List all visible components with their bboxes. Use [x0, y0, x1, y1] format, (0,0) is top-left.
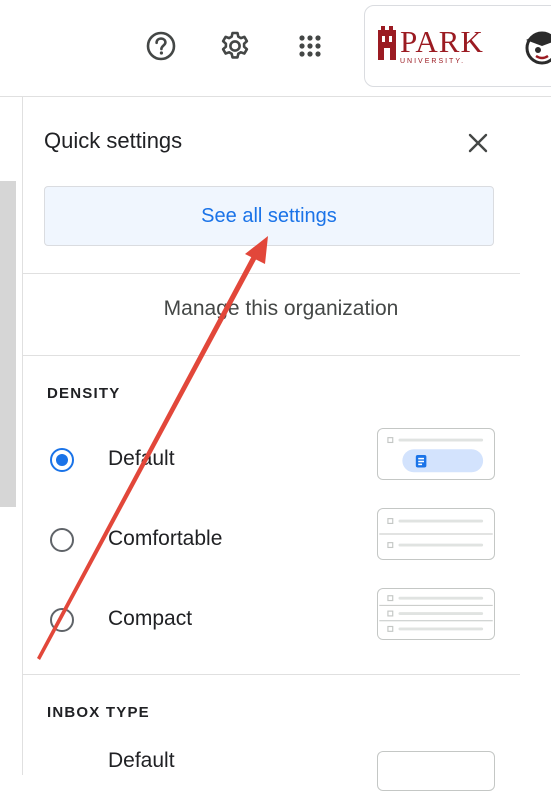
inbox-default-preview-icon: [377, 751, 495, 791]
radio-button[interactable]: [50, 528, 74, 552]
help-icon: [146, 31, 176, 61]
density-option-default[interactable]: Default: [44, 428, 504, 490]
see-all-settings-button[interactable]: See all settings: [44, 186, 494, 246]
panel-title: Quick settings: [44, 128, 183, 153]
divider: [22, 355, 520, 356]
option-label: Comfortable: [108, 527, 223, 550]
help-button[interactable]: [139, 24, 183, 68]
divider: [22, 674, 520, 675]
radio-button[interactable]: [50, 608, 74, 632]
radio-button-selected[interactable]: [50, 448, 74, 472]
settings-button[interactable]: [213, 24, 257, 68]
density-default-preview-icon: [377, 428, 495, 480]
option-label: Default: [108, 749, 175, 772]
logo-subtitle: UNIVERSITY.: [400, 58, 466, 65]
option-label: Default: [108, 447, 175, 470]
density-comfortable-preview-icon: [377, 508, 495, 560]
scrollbar-thumb[interactable]: [0, 181, 16, 507]
logo-wordmark: PARK: [400, 24, 484, 59]
avatar[interactable]: [522, 26, 551, 66]
density-heading: DENSITY: [47, 385, 121, 402]
inbox-type-option-default[interactable]: Default: [44, 741, 504, 797]
apps-grid-icon: [299, 35, 321, 57]
density-option-compact[interactable]: Compact: [44, 588, 504, 650]
option-label: Compact: [108, 607, 193, 630]
close-icon: [468, 133, 488, 153]
tower-logo-icon: [378, 26, 396, 60]
manage-organization-link[interactable]: Manage this organization: [22, 297, 540, 321]
density-option-comfortable[interactable]: Comfortable: [44, 508, 504, 570]
apps-button[interactable]: [288, 24, 332, 68]
density-compact-preview-icon: [377, 588, 495, 640]
gear-icon: [221, 31, 249, 59]
see-all-settings-label: See all settings: [201, 204, 337, 227]
divider: [22, 273, 520, 274]
inbox-type-heading: INBOX TYPE: [47, 704, 150, 721]
park-university-logo: PARK: [376, 26, 484, 60]
close-button[interactable]: [462, 127, 494, 159]
